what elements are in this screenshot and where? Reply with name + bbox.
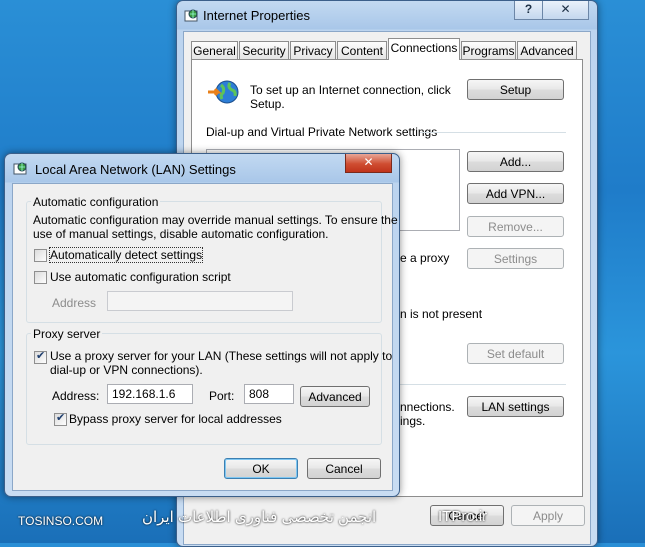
tab-privacy[interactable]: Privacy bbox=[290, 41, 336, 59]
port-label: Port: bbox=[209, 389, 235, 403]
tab-programs[interactable]: Programs bbox=[461, 41, 516, 59]
add-button[interactable]: Add... bbox=[467, 151, 564, 172]
ok-button[interactable]: OK bbox=[224, 458, 298, 479]
dialog-close-button[interactable]: ✕ bbox=[345, 154, 392, 173]
add-vpn-button[interactable]: Add VPN... bbox=[467, 183, 564, 204]
lan-settings-icon bbox=[13, 162, 27, 175]
auto-detect-label[interactable]: Automatically detect settings bbox=[48, 247, 204, 263]
use-proxy-checkbox[interactable] bbox=[34, 349, 47, 364]
setup-description-line1: To set up an Internet connection, click bbox=[250, 83, 451, 97]
auto-script-label[interactable]: Use automatic configuration script bbox=[50, 270, 231, 284]
watermark-right: انجمن تخصصی فناوری اطلاعات ایران bbox=[142, 509, 377, 526]
tab-security[interactable]: Security bbox=[239, 41, 289, 59]
advanced-button[interactable]: Advanced bbox=[300, 386, 370, 407]
internet-options-icon bbox=[184, 9, 198, 22]
remove-button[interactable]: Remove... bbox=[467, 216, 564, 237]
tab-general[interactable]: General bbox=[191, 41, 238, 59]
apply-button[interactable]: Apply bbox=[511, 505, 585, 526]
lan-hint-fragment-1: nnections. bbox=[400, 400, 455, 414]
auto-config-legend: Automatic configuration bbox=[31, 195, 161, 209]
dialog-body: Automatic configuration Automatic config… bbox=[12, 183, 398, 491]
dialup-vpn-label: Dial-up and Virtual Private Network sett… bbox=[206, 125, 438, 139]
auto-script-checkbox[interactable] bbox=[34, 271, 47, 284]
auto-config-description-2: use of manual settings, disable automati… bbox=[33, 227, 329, 241]
bypass-local-checkbox[interactable] bbox=[54, 411, 67, 426]
setup-description-line2: Setup. bbox=[250, 97, 285, 111]
use-proxy-label-1[interactable]: Use a proxy server for your LAN (These s… bbox=[50, 349, 392, 363]
tab-advanced[interactable]: Advanced bbox=[517, 41, 577, 59]
set-default-button[interactable]: Set default bbox=[467, 343, 564, 364]
setup-button[interactable]: Setup bbox=[467, 79, 564, 100]
auto-config-description-1: Automatic configuration may override man… bbox=[33, 213, 398, 227]
help-button[interactable]: ? bbox=[514, 1, 543, 20]
watermark-left: TOSINSO.COM bbox=[18, 514, 104, 528]
not-present-fragment: n is not present bbox=[400, 307, 483, 321]
dialup-divider bbox=[420, 132, 566, 133]
lan-hint-fragment-2: ings. bbox=[400, 414, 426, 428]
close-button[interactable]: ✕ bbox=[542, 1, 589, 20]
tab-connections[interactable]: Connections bbox=[388, 38, 460, 60]
settings-button[interactable]: Settings bbox=[467, 248, 564, 269]
lan-settings-button[interactable]: LAN settings bbox=[467, 396, 564, 417]
tab-content[interactable]: Content bbox=[337, 41, 387, 59]
auto-detect-checkbox[interactable] bbox=[34, 249, 47, 262]
proxy-address-input[interactable]: 192.168.1.6 bbox=[107, 384, 193, 404]
bypass-local-label[interactable]: Bypass proxy server for local addresses bbox=[69, 412, 282, 426]
script-address-label: Address bbox=[52, 296, 97, 310]
dialog-title: Local Area Network (LAN) Settings bbox=[35, 162, 236, 177]
watermark-right-2: ITPro.ir bbox=[438, 508, 488, 525]
lan-settings-dialog: Local Area Network (LAN) Settings ✕ Auto… bbox=[4, 153, 400, 497]
globe-connection-icon bbox=[208, 80, 239, 104]
dialog-cancel-button[interactable]: Cancel bbox=[307, 458, 381, 479]
script-address-input[interactable] bbox=[107, 291, 293, 311]
port-input[interactable]: 808 bbox=[244, 384, 294, 404]
use-proxy-label-2[interactable]: dial-up or VPN connections). bbox=[50, 363, 203, 377]
window-title: Internet Properties bbox=[203, 8, 310, 23]
proxy-server-legend: Proxy server bbox=[31, 327, 103, 341]
proxy-hint-fragment: e a proxy bbox=[400, 251, 450, 265]
proxy-address-label: Address: bbox=[52, 389, 100, 403]
lan-divider bbox=[400, 384, 566, 385]
